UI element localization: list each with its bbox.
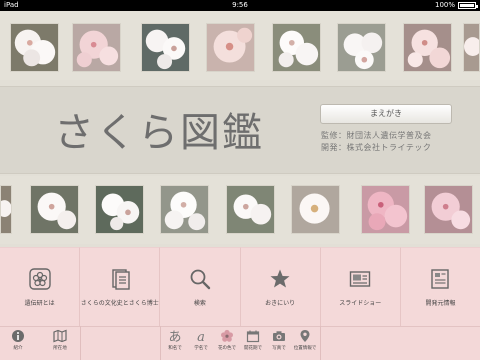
sakura-thumbnail[interactable] <box>272 23 321 72</box>
bottom-button-by-scientific-name[interactable]: a 学名で <box>189 329 213 357</box>
star-icon <box>270 269 290 288</box>
info-card-icon <box>431 269 450 289</box>
menu-item-search[interactable]: 検索 <box>160 247 241 326</box>
bottom-button-by-location[interactable]: 位置情報で <box>293 329 317 357</box>
sakura-thumbnail[interactable] <box>226 185 275 234</box>
toolbar-divider <box>320 326 321 360</box>
sakura-thumbnail[interactable] <box>160 185 209 234</box>
sakura-thumbnail[interactable] <box>424 185 473 234</box>
camera-icon <box>273 331 285 341</box>
hiragana-a-icon: あ <box>168 330 181 343</box>
bottom-label: 写真で <box>272 346 286 351</box>
bottom-label: 開花期で <box>244 346 262 351</box>
toolbar-divider <box>80 326 81 360</box>
bottom-button-by-photo[interactable]: 写真で <box>267 329 291 357</box>
app-title: さくら図鑑 <box>54 110 264 156</box>
menu-item-culture-history[interactable]: さくらの文化史とさくら博士 <box>80 247 161 326</box>
developer-credit: 開発：株式会社トライテック <box>321 143 432 152</box>
menu-label: スライドショー <box>339 300 382 307</box>
bottom-button-by-japanese-name[interactable]: あ 和名で <box>163 329 187 357</box>
battery-icon <box>458 2 478 9</box>
bottom-label: 学名で <box>194 346 208 351</box>
calendar-icon <box>246 330 260 343</box>
sakura-thumbnail[interactable] <box>403 23 452 72</box>
search-icon <box>190 269 211 290</box>
sakura-thumbnail[interactable] <box>206 23 255 72</box>
status-bar: iPad 9:56 100% <box>0 0 480 11</box>
supervisor-credit: 監修：財団法人遺伝学普及会 <box>321 131 432 140</box>
info-icon <box>12 330 24 342</box>
menu-label: 開発元情報 <box>425 300 456 307</box>
photo-strip-top[interactable] <box>0 11 480 80</box>
sakura-thumbnail[interactable] <box>361 185 410 234</box>
flower-badge-icon <box>28 268 51 290</box>
sakura-thumbnail[interactable] <box>291 185 340 234</box>
latin-a-icon: a <box>197 330 205 343</box>
battery-percent: 100% <box>434 1 455 9</box>
bottom-label: 紹介 <box>13 346 23 351</box>
menu-item-developer-info[interactable]: 開発元情報 <box>400 247 480 326</box>
sakura-thumbnail[interactable] <box>30 185 79 234</box>
flower-color-icon <box>221 329 233 342</box>
slideshow-icon <box>350 271 371 287</box>
sakura-thumbnail[interactable] <box>337 23 386 72</box>
sakura-thumbnail[interactable] <box>10 23 59 72</box>
menu-item-institute[interactable]: 遺伝研とは <box>0 247 81 326</box>
book-icon <box>112 269 130 290</box>
bottom-button-by-flower-color[interactable]: 花の色で <box>215 329 239 357</box>
location-pin-icon <box>300 330 310 342</box>
menu-label: さくらの文化史とさくら博士 <box>80 300 159 307</box>
bottom-button-by-bloom-period[interactable]: 開花期で <box>241 329 265 357</box>
bottom-button-intro[interactable]: 紹介 <box>6 329 30 357</box>
bottom-toolbar <box>0 326 480 360</box>
foreword-button[interactable]: まえがき <box>320 104 452 124</box>
sakura-thumbnail[interactable] <box>463 23 480 72</box>
menu-label: 検索 <box>193 300 206 307</box>
map-icon <box>53 329 67 343</box>
toolbar-divider <box>160 326 161 360</box>
svg-text:あ: あ <box>168 330 181 343</box>
sakura-thumbnail[interactable] <box>141 23 190 72</box>
clock: 9:56 <box>232 1 248 9</box>
bottom-label: 位置情報で <box>293 346 317 351</box>
photo-strip-bottom[interactable] <box>0 176 480 244</box>
bottom-label: 所在地 <box>53 346 67 351</box>
bottom-label: 和名で <box>168 346 182 351</box>
menu-label: 遺伝研とは <box>24 300 55 307</box>
battery-indicator: 100% <box>434 0 478 11</box>
menu-item-slideshow[interactable]: スライドショー <box>320 247 401 326</box>
sakura-thumbnail[interactable] <box>72 23 121 72</box>
sakura-thumbnail[interactable] <box>95 185 144 234</box>
main-menu: 遺伝研とは さくらの文化史とさくら博士 検索 おきにいり スライドショー 開発元… <box>0 247 480 326</box>
menu-item-favorites[interactable]: おきにいり <box>240 247 321 326</box>
bottom-label: 花の色で <box>218 346 236 351</box>
sakura-thumbnail[interactable] <box>0 185 12 234</box>
svg-text:a: a <box>197 330 205 343</box>
bottom-button-location[interactable]: 所在地 <box>48 329 72 357</box>
menu-label: おきにいり <box>265 300 296 307</box>
